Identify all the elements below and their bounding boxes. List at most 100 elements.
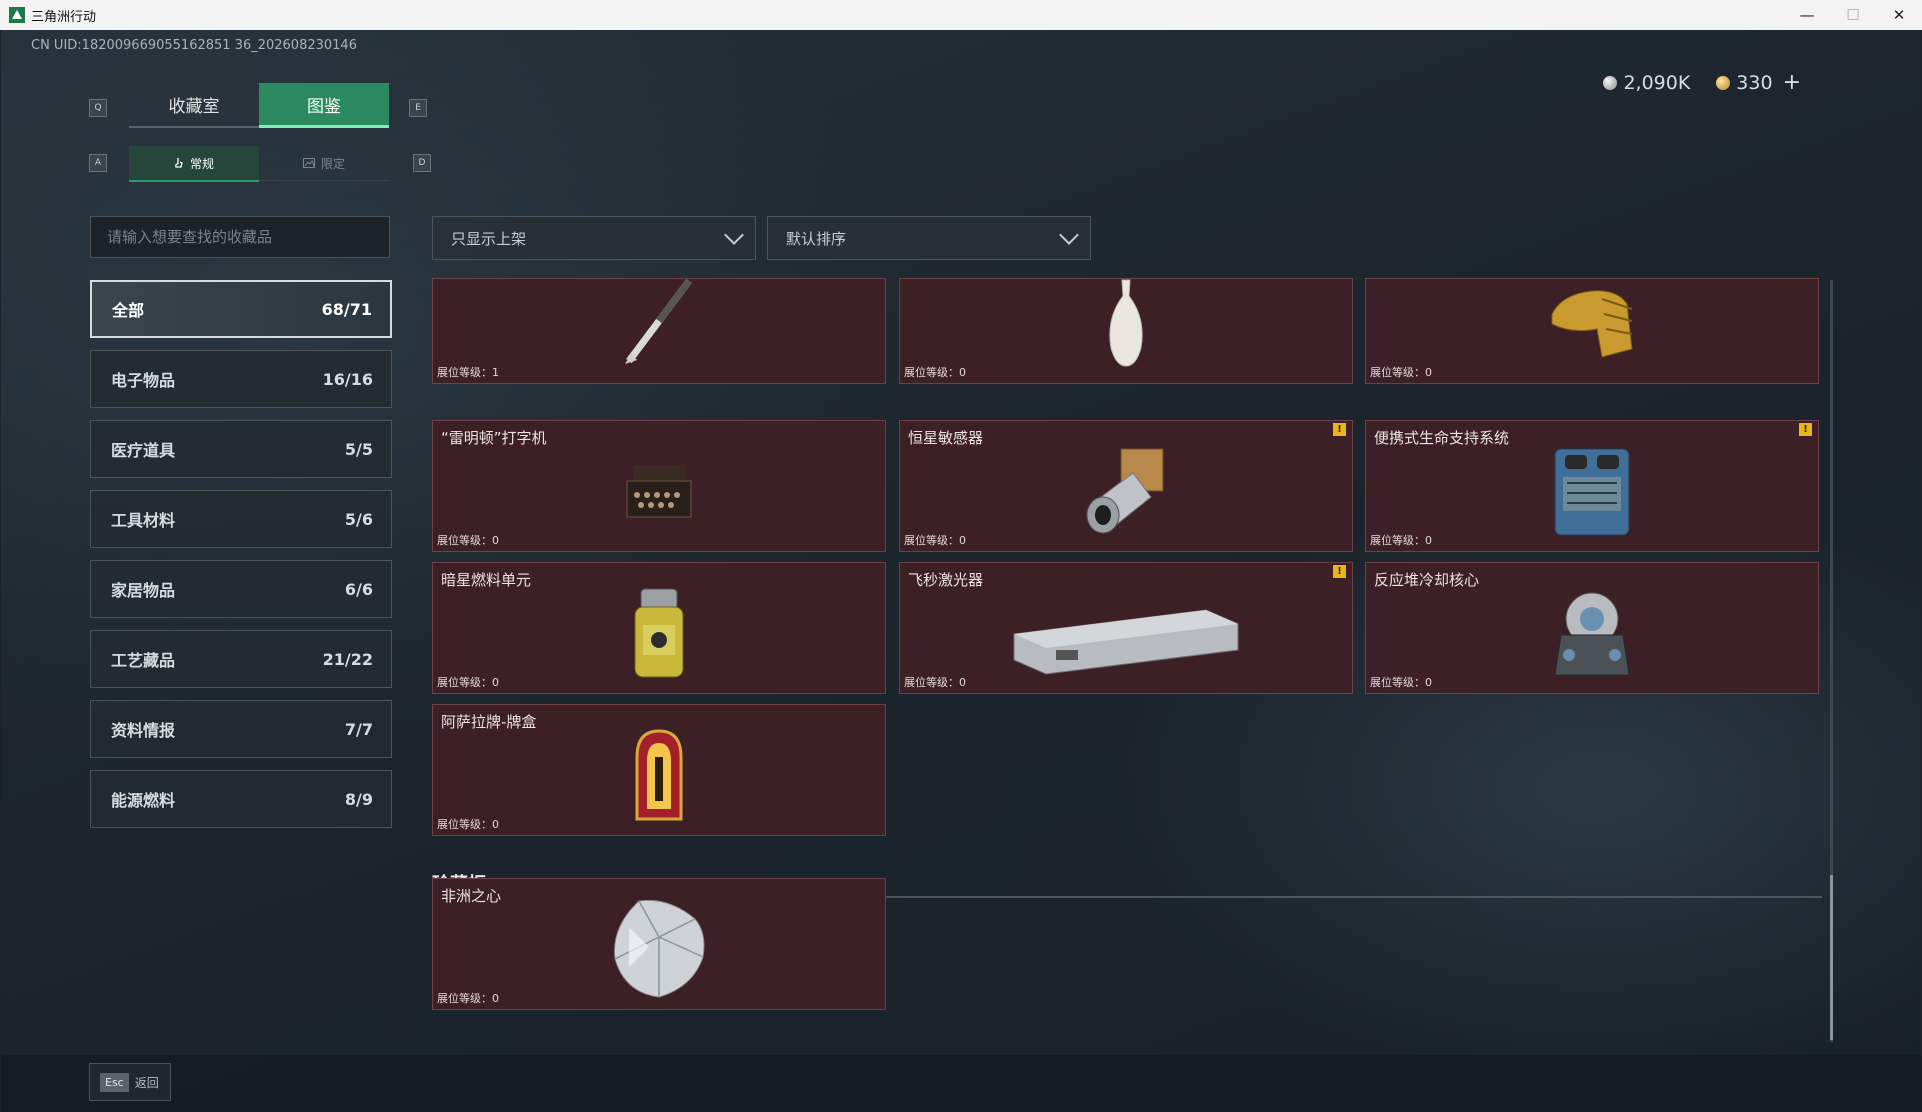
item-name: 反应堆冷却核心	[1374, 571, 1480, 589]
image-icon	[302, 158, 315, 168]
close-button[interactable]: ✕	[1876, 0, 1922, 30]
sort-value: 默认排序	[786, 229, 847, 248]
category-count: 7/7	[344, 719, 373, 739]
silver-currency: 2,090K	[1603, 70, 1690, 95]
category-label: 工具材料	[111, 511, 176, 530]
item-name: 阿萨拉牌-牌盒	[441, 713, 537, 731]
item-card-fuel-cell[interactable]: 暗星燃料单元 展位等级：0	[432, 562, 886, 694]
main-tabs: 收藏室 图鉴	[129, 83, 389, 128]
maximize-button[interactable]: ☐	[1830, 0, 1876, 30]
hand-icon	[175, 158, 183, 168]
category-count: 8/9	[344, 789, 373, 809]
back-button[interactable]: Esc 返回	[89, 1063, 171, 1101]
category-count: 21/22	[322, 649, 373, 669]
subtab-limited[interactable]: 限定	[259, 146, 389, 181]
silver-amount: 2,090K	[1623, 71, 1691, 94]
gold-coin-icon	[1716, 75, 1731, 90]
silver-coin-icon	[1603, 75, 1618, 90]
category-count: 5/6	[344, 509, 373, 529]
minimize-button[interactable]: —	[1784, 0, 1830, 30]
key-hint-a: A	[89, 154, 107, 172]
life-support-icon	[1554, 448, 1630, 536]
item-level: 展位等级：0	[1370, 366, 1432, 379]
item-card-reactor-core[interactable]: 反应堆冷却核心 展位等级：0	[1365, 562, 1819, 694]
category-label: 医疗道具	[111, 441, 176, 460]
item-card-typewriter[interactable]: “雷明顿”打字机 展位等级：0	[432, 420, 886, 552]
item-level: 展位等级：0	[904, 676, 966, 689]
item-level: 展位等级：0	[437, 818, 499, 831]
key-hint-e: E	[409, 99, 427, 117]
item-name: 飞秒激光器	[908, 571, 984, 589]
category-all[interactable]: 全部 68/71	[90, 280, 392, 338]
item-level: 展位等级：0	[437, 992, 499, 1005]
category-household[interactable]: 家居物品 6/6	[90, 560, 392, 618]
category-label: 能源燃料	[111, 791, 176, 810]
category-crafts[interactable]: 工艺藏品 21/22	[90, 630, 392, 688]
gold-currency: 330 +	[1716, 70, 1801, 95]
item-level: 展位等级：0	[904, 534, 966, 547]
key-hint-q: Q	[89, 99, 107, 117]
laser-icon	[1013, 609, 1239, 675]
subtab-limited-label: 限定	[320, 156, 345, 171]
category-label: 家居物品	[111, 581, 176, 600]
item-name: “雷明顿”打字机	[441, 429, 547, 447]
subtab-regular-label: 常规	[189, 156, 214, 171]
add-currency-button[interactable]: +	[1783, 70, 1801, 95]
item-level: 展位等级：0	[1370, 534, 1432, 547]
category-medical[interactable]: 医疗道具 5/5	[90, 420, 392, 478]
bottom-bar	[1, 1055, 1921, 1112]
item-card-life-support[interactable]: 便携式生命支持系统 ! 展位等级：0	[1365, 420, 1819, 552]
alert-badge-icon: !	[1333, 565, 1346, 578]
search-input[interactable]	[91, 217, 389, 257]
item-level: 展位等级：0	[437, 534, 499, 547]
item-level: 展位等级：1	[437, 366, 499, 379]
category-count: 16/16	[322, 369, 373, 389]
category-intel[interactable]: 资料情报 7/7	[90, 700, 392, 758]
item-level: 展位等级：0	[1370, 676, 1432, 689]
display-filter-value: 只显示上架	[451, 229, 527, 248]
item-card-heart-of-africa[interactable]: 非洲之心 展位等级：0	[432, 878, 886, 1010]
item-level: 展位等级：0	[904, 366, 966, 379]
item-name: 非洲之心	[441, 887, 502, 905]
category-label: 电子物品	[111, 371, 176, 390]
subtab-regular[interactable]: 常规	[129, 146, 259, 182]
app-icon	[9, 7, 25, 23]
alert-badge-icon: !	[1333, 423, 1346, 436]
category-count: 6/6	[344, 579, 373, 599]
diamond-icon	[614, 900, 705, 998]
typewriter-icon	[626, 464, 692, 518]
item-name: 便携式生命支持系统	[1374, 429, 1510, 447]
tab-codex[interactable]: 图鉴	[259, 83, 389, 128]
window-title: 三角洲行动	[31, 9, 97, 25]
item-card-vase[interactable]: 展位等级：0	[899, 278, 1353, 384]
item-card-star-sensor[interactable]: 恒星敏感器 ! 展位等级：0	[899, 420, 1353, 552]
category-label: 资料情报	[111, 721, 176, 740]
scrollbar-thumb[interactable]	[1830, 875, 1833, 1040]
item-card-card-box[interactable]: 阿萨拉牌-牌盒 展位等级：0	[432, 704, 886, 836]
tab-collection-room[interactable]: 收藏室	[129, 83, 259, 128]
search-box	[90, 216, 390, 258]
item-name: 恒星敏感器	[908, 429, 984, 447]
category-fuel[interactable]: 能源燃料 8/9	[90, 770, 392, 828]
category-electronics[interactable]: 电子物品 16/16	[90, 350, 392, 408]
fuel-cell-icon	[634, 588, 684, 678]
reactor-core-icon	[1554, 592, 1630, 676]
golden-head-icon	[1551, 289, 1633, 358]
gold-amount: 330	[1736, 71, 1773, 94]
category-tools[interactable]: 工具材料 5/6	[90, 490, 392, 548]
category-count: 5/5	[344, 439, 373, 459]
window-titlebar: 三角洲行动 — ☐ ✕	[0, 0, 1922, 30]
chevron-down-icon	[1059, 225, 1079, 245]
key-hint-d: D	[413, 154, 431, 172]
esc-key-hint: Esc	[100, 1072, 129, 1092]
category-label: 工艺藏品	[111, 651, 176, 670]
item-card-golden-head[interactable]: 展位等级：0	[1365, 278, 1819, 384]
sort-dropdown[interactable]: 默认排序	[767, 216, 1091, 260]
back-label: 返回	[134, 1075, 159, 1090]
item-name: 暗星燃料单元	[441, 571, 532, 589]
category-list: 全部 68/71 电子物品 16/16 医疗道具 5/5 工具材料 5/6 家居…	[90, 280, 392, 840]
item-card-laser[interactable]: 飞秒激光器 ! 展位等级：0	[899, 562, 1353, 694]
item-card-pen[interactable]: 展位等级：1	[432, 278, 886, 384]
display-filter-dropdown[interactable]: 只显示上架	[432, 216, 756, 260]
card-box-icon	[635, 729, 683, 821]
